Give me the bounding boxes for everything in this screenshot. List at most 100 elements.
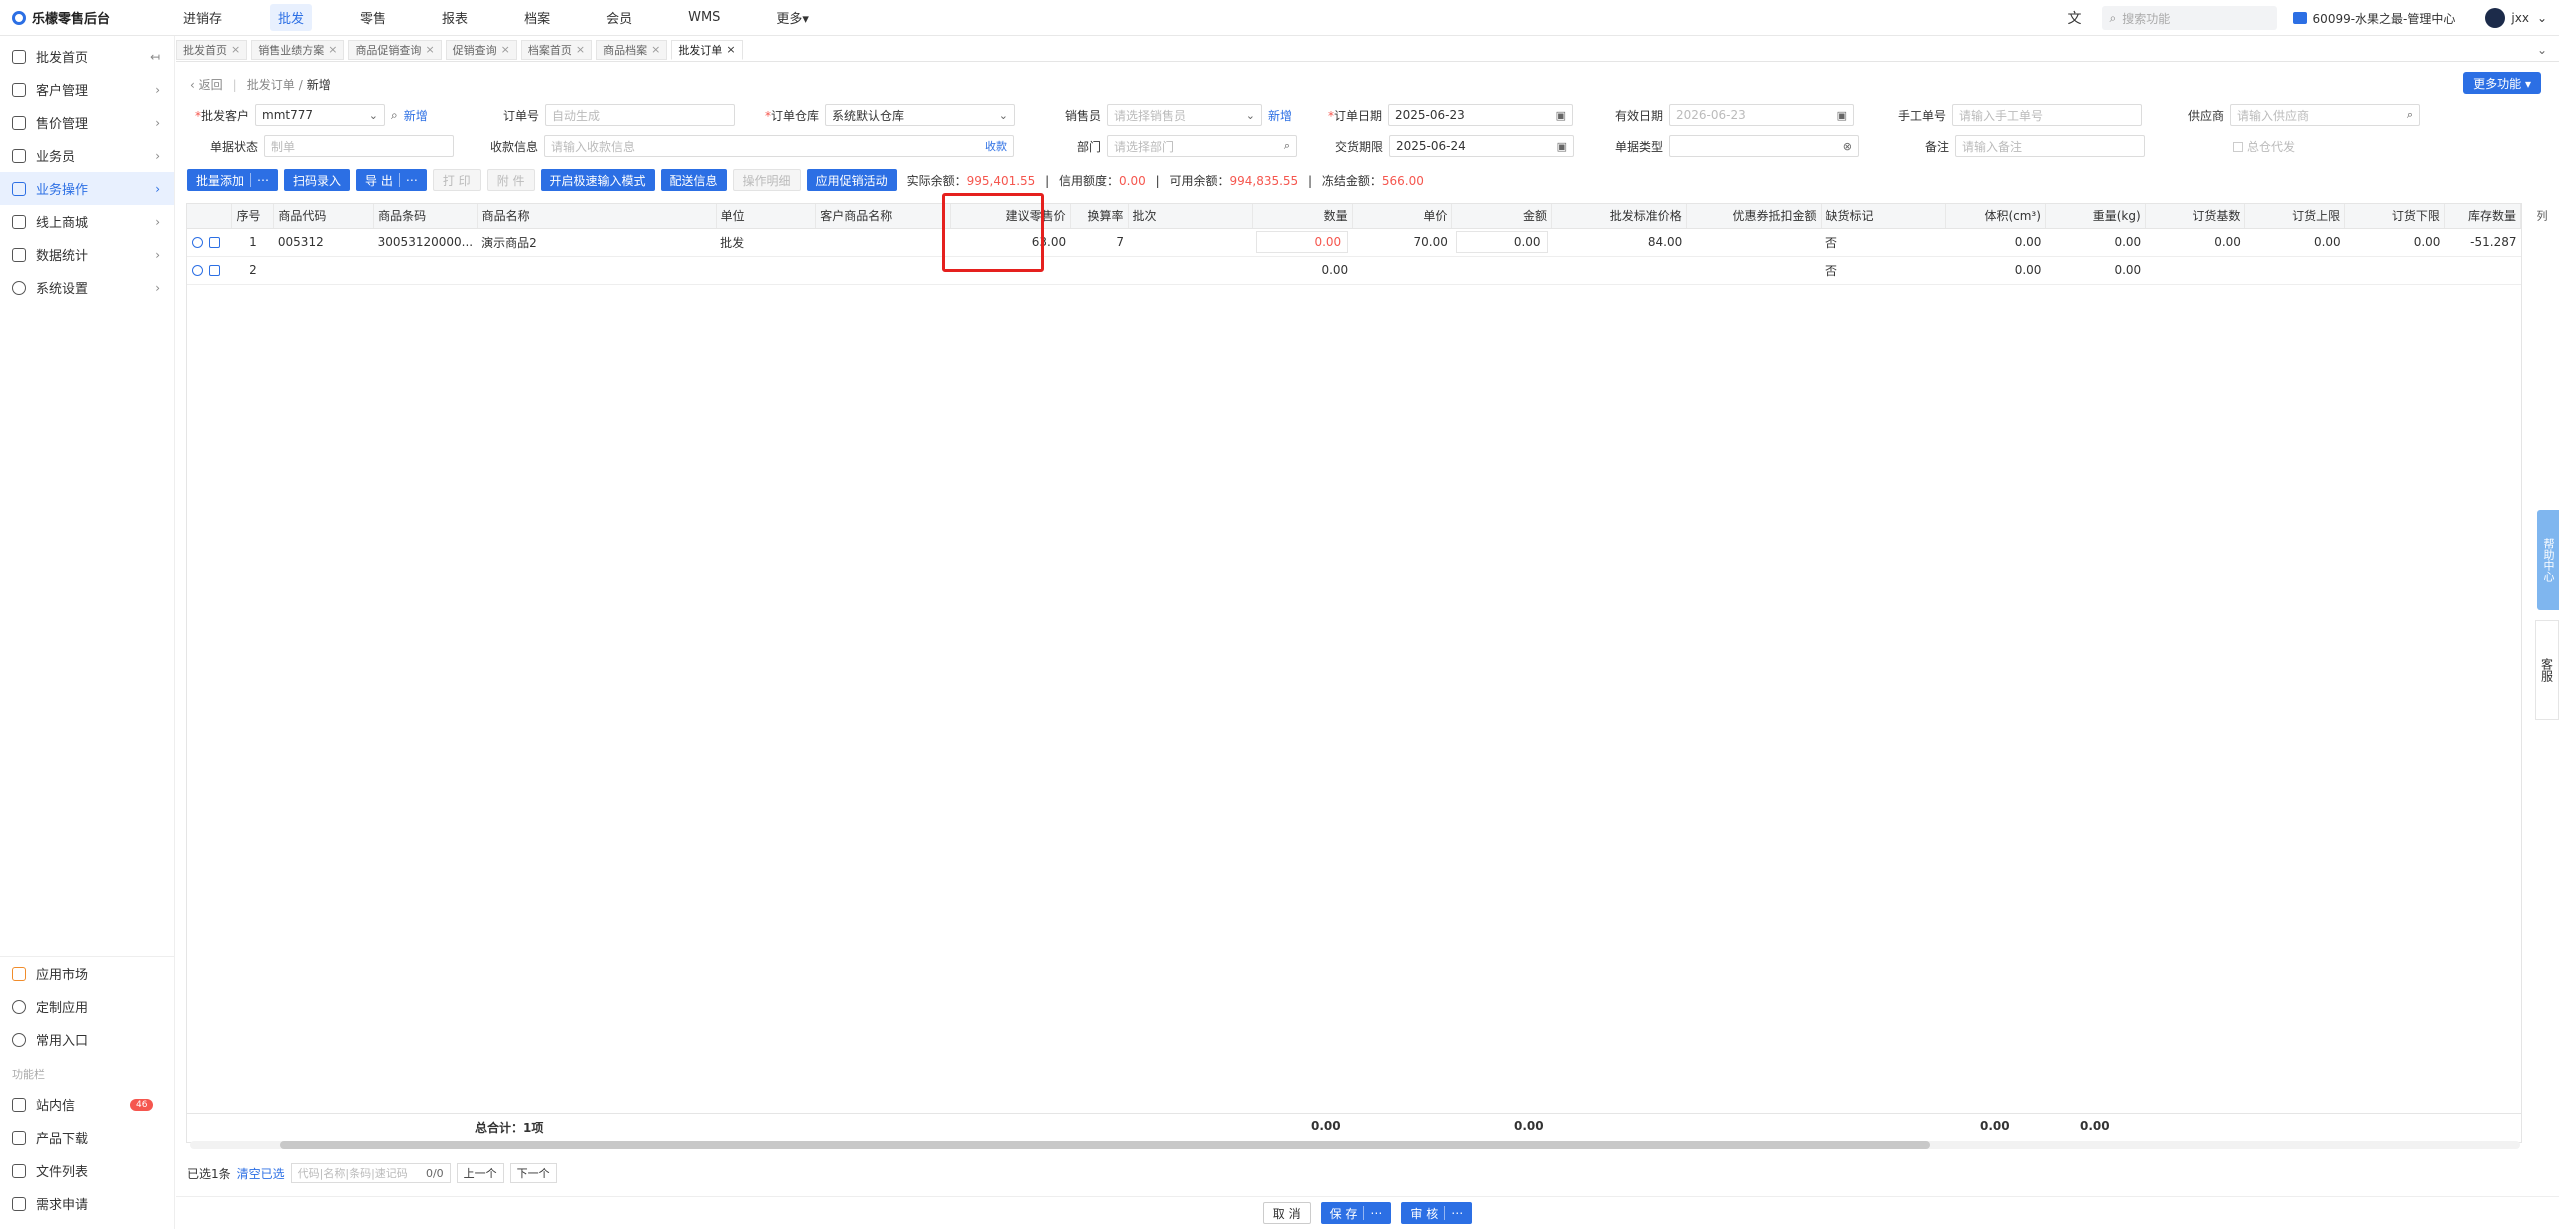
help-center-tab[interactable]: 帮助中心 xyxy=(2537,510,2559,610)
cell-price[interactable]: 70.00 xyxy=(1352,228,1452,257)
header-stock[interactable]: 库存数量 xyxy=(2444,204,2521,229)
sidebar-item-customer[interactable]: 客户管理 › xyxy=(0,73,174,106)
store-selector[interactable]: 60099-水果之最-管理中心 xyxy=(2292,10,2455,27)
cell-qty[interactable]: 0.00 xyxy=(1252,256,1353,285)
cell-amount[interactable]: 0.00 xyxy=(1451,228,1552,257)
qty-input[interactable]: 0.00 xyxy=(1256,231,1349,253)
save-button[interactable]: 保 存 ⋯ xyxy=(1320,1202,1392,1224)
customer-service-tab[interactable]: 客服 xyxy=(2535,620,2559,720)
cell-oos[interactable]: 否 xyxy=(1821,228,1946,257)
header-ratio[interactable]: 换算率 xyxy=(1070,204,1129,229)
nav-wholesale[interactable]: 批发 xyxy=(270,4,313,31)
sidebar-item-app-market[interactable]: 应用市场 xyxy=(0,957,175,990)
print-button[interactable]: 打 印 xyxy=(432,169,481,191)
supplier-input[interactable]: 请输入供应商 ⌕ xyxy=(2230,104,2421,126)
add-row-icon[interactable] xyxy=(192,237,204,248)
sidebar-item-mall[interactable]: 线上商城 › xyxy=(0,205,174,238)
tab-wholesale-order[interactable]: 批发订单 × xyxy=(671,39,743,60)
breadcrumb-parent[interactable]: 批发订单 xyxy=(247,76,295,93)
nav-retail[interactable]: 零售 xyxy=(352,4,394,31)
cell-cust-name[interactable] xyxy=(815,256,951,285)
cell-code[interactable] xyxy=(273,256,374,285)
header-qty[interactable]: 数量 xyxy=(1252,204,1353,229)
more-icon[interactable]: ⋯ xyxy=(1363,1206,1382,1220)
function-search[interactable]: ⌕ 搜索功能 xyxy=(2101,6,2277,30)
collapse-icon[interactable]: ↤ xyxy=(150,50,160,64)
op-detail-button[interactable]: 操作明细 xyxy=(732,169,801,191)
cancel-button[interactable]: 取 消 xyxy=(1262,1202,1311,1224)
delete-row-icon[interactable] xyxy=(209,237,221,248)
new-salesman-link[interactable]: 新增 xyxy=(1268,107,1292,124)
sidebar-item-messages[interactable]: 站内信 46 xyxy=(0,1088,175,1121)
user-menu[interactable]: jxx ⌄ xyxy=(2485,8,2547,28)
sidebar-item-custom-app[interactable]: 定制应用 xyxy=(0,990,175,1023)
prev-button[interactable]: 上一个 xyxy=(456,1163,504,1183)
cell-price[interactable] xyxy=(1352,256,1452,285)
sidebar-item-download[interactable]: 产品下载 xyxy=(0,1121,175,1154)
tab-product-promo[interactable]: 商品促销查询 × xyxy=(348,39,442,60)
nav-inventory[interactable]: 进销存 xyxy=(175,4,230,31)
attach-button[interactable]: 附 件 xyxy=(486,169,535,191)
row-search-input[interactable]: 代码|名称|条码|速记码 0/0 xyxy=(290,1163,451,1183)
column-settings[interactable]: 列 xyxy=(2533,210,2549,221)
header-code[interactable]: 商品代码 xyxy=(273,204,375,229)
app-logo[interactable]: 乐檬零售后台 xyxy=(0,8,175,27)
collect-link[interactable]: 收款 xyxy=(985,138,1007,154)
delete-row-icon[interactable] xyxy=(209,265,221,276)
header-oos[interactable]: 缺货标记 xyxy=(1821,204,1947,229)
header-batch[interactable]: 批次 xyxy=(1128,204,1253,229)
tab-wholesale-home[interactable]: 批发首页 × xyxy=(176,39,248,60)
sidebar-item-settings[interactable]: 系统设置 › xyxy=(0,271,174,304)
salesman-select[interactable]: 请选择销售员 ⌄ xyxy=(1107,104,1263,126)
delivery-info-button[interactable]: 配送信息 xyxy=(660,169,727,191)
nav-archive[interactable]: 档案 xyxy=(516,4,558,31)
header-name[interactable]: 商品名称 xyxy=(477,204,717,229)
cell-code[interactable]: 005312 xyxy=(273,228,374,257)
sidebar-item-price[interactable]: 售价管理 › xyxy=(0,106,174,139)
tab-promo-query[interactable]: 促销查询 × xyxy=(445,39,517,60)
warehouse-select[interactable]: 系统默认仓库 ⌄ xyxy=(825,104,1016,126)
sidebar-item-files[interactable]: 文件列表 xyxy=(0,1154,175,1187)
header-cust-name[interactable]: 客户商品名称 xyxy=(815,204,951,229)
next-button[interactable]: 下一个 xyxy=(509,1163,557,1183)
header-upper[interactable]: 订货上限 xyxy=(2244,204,2346,229)
close-icon[interactable]: × xyxy=(231,43,240,56)
export-button[interactable]: 导 出 ⋯ xyxy=(356,169,427,191)
scrollbar-thumb[interactable] xyxy=(280,1141,1930,1149)
header-weight[interactable]: 重量(kg) xyxy=(2045,204,2146,229)
order-no-input[interactable]: 自动生成 xyxy=(545,104,736,126)
cell-unit[interactable]: 批发 xyxy=(716,228,816,257)
more-icon[interactable]: ⋯ xyxy=(250,173,269,187)
cell-batch[interactable] xyxy=(1128,228,1253,257)
cell-cust-name[interactable] xyxy=(815,228,951,257)
type-select[interactable]: ⊗ xyxy=(1669,135,1860,157)
more-functions-button[interactable]: 更多功能 ▾ xyxy=(2463,72,2541,94)
nav-more[interactable]: 更多▾ xyxy=(768,4,817,31)
search-icon[interactable]: ⌕ xyxy=(1284,139,1290,153)
sidebar-item-stats[interactable]: 数据统计 › xyxy=(0,238,174,271)
close-icon[interactable]: × xyxy=(576,43,585,56)
amount-input[interactable]: 0.00 xyxy=(1455,231,1548,253)
cell-unit[interactable] xyxy=(716,256,816,285)
audit-button[interactable]: 审 核 ⋯ xyxy=(1401,1202,1473,1224)
tab-archive-home[interactable]: 档案首页 × xyxy=(520,39,593,60)
cell-oos[interactable]: 否 xyxy=(1821,256,1946,285)
customer-input[interactable]: mmt777 ⌄ xyxy=(255,104,386,126)
batch-add-button[interactable]: 批量添加 ⋯ xyxy=(187,169,279,191)
sidebar-item-requests[interactable]: 需求申请 xyxy=(0,1187,175,1220)
sidebar-item-favorites[interactable]: 常用入口 xyxy=(0,1023,175,1056)
nav-wms[interactable]: WMS xyxy=(680,6,728,29)
header-base[interactable]: 订货基数 xyxy=(2145,204,2246,229)
chevron-down-icon[interactable]: ⌄ xyxy=(2537,43,2547,57)
language-icon[interactable]: 文 xyxy=(2068,8,2082,28)
close-icon[interactable]: × xyxy=(501,43,510,56)
valid-date-input[interactable]: 2026-06-23 ▣ xyxy=(1669,104,1855,126)
close-icon[interactable]: × xyxy=(328,43,337,56)
search-icon[interactable]: ⌕ xyxy=(2407,108,2413,122)
clear-icon[interactable]: ⊗ xyxy=(1843,140,1852,153)
search-icon[interactable]: ⌕ xyxy=(391,108,398,123)
header-price[interactable]: 单价 xyxy=(1352,204,1453,229)
sidebar-item-salesman[interactable]: 业务员 › xyxy=(0,139,174,172)
close-icon[interactable]: × xyxy=(726,43,735,56)
tab-sales-plan[interactable]: 销售业绩方案 × xyxy=(251,39,345,60)
